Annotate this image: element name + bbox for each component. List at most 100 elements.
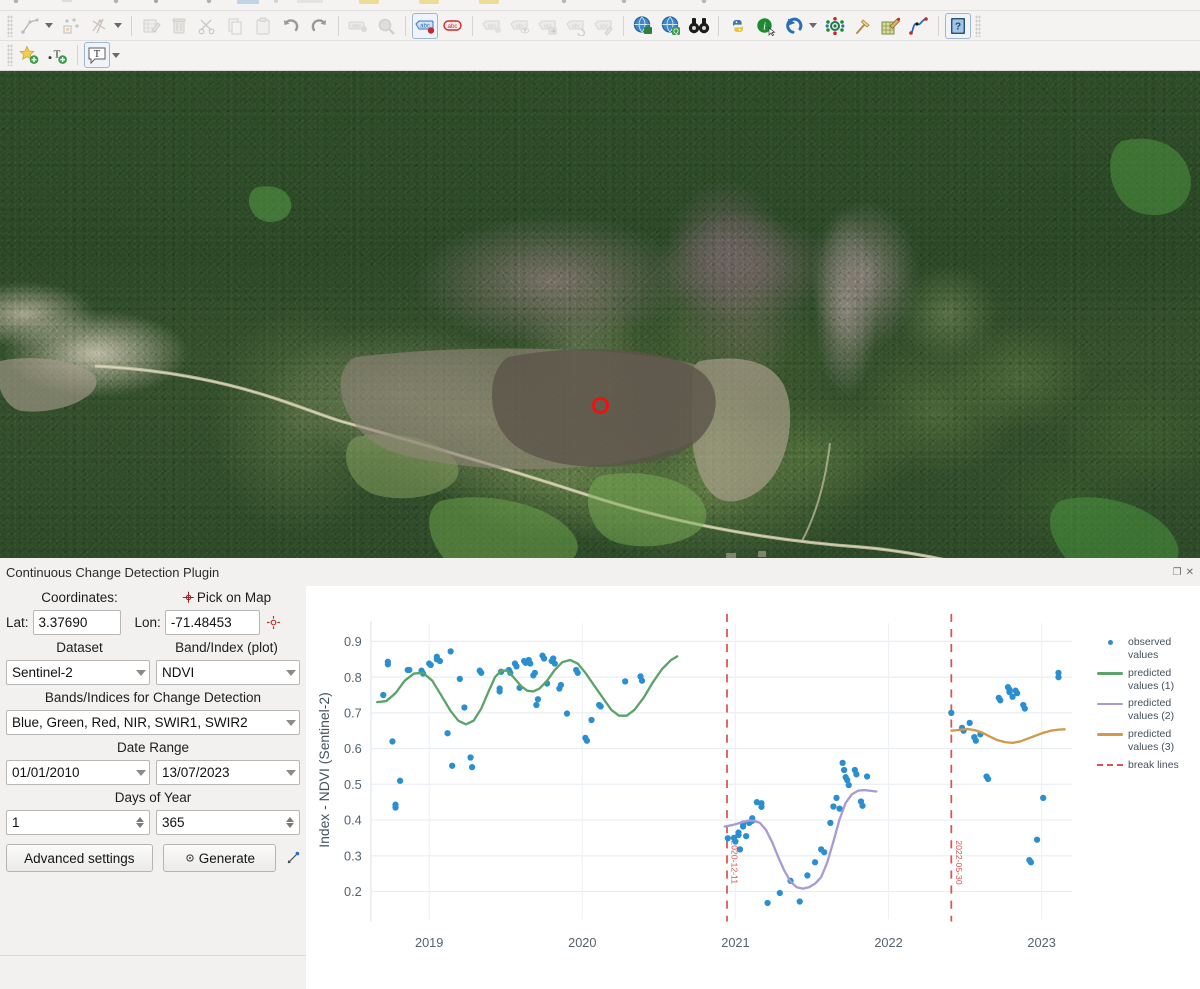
text-annotation-dropdown-icon[interactable] [112, 52, 120, 58]
y-axis-tick-label: 0.4 [344, 813, 362, 828]
python-console-icon[interactable] [725, 13, 751, 39]
doy-end-increment-icon[interactable] [286, 817, 294, 823]
dataset-band-labels: Dataset Band/Index (plot) [6, 640, 300, 655]
doy-end-stepper[interactable]: 365 [156, 810, 300, 836]
text-annotation-icon[interactable]: T [84, 42, 110, 69]
lon-input[interactable]: -71.48453 [164, 610, 260, 636]
profile-tool-icon[interactable] [906, 13, 932, 39]
legend-key-icon [1097, 636, 1123, 649]
ndvi-time-series-plot[interactable]: Lat: 3.3769 Lon: -71.48453 0.20.30.40.50… [306, 586, 1200, 989]
x-axis-tick-label: 2021 [721, 935, 749, 950]
identify-info-icon[interactable]: i [753, 13, 779, 39]
legend-label: break lines [1128, 758, 1179, 771]
show-unplaced-labels-icon[interactable]: abc [507, 13, 533, 39]
highlight-pinned-labels-icon[interactable]: abc [412, 12, 438, 39]
help-icon[interactable]: ? [945, 12, 971, 39]
lat-input[interactable]: 3.37690 [32, 610, 121, 636]
date-start-value: 01/01/2010 [12, 765, 80, 781]
close-panel-button[interactable]: ✕ [1186, 567, 1194, 578]
date-end-input[interactable]: 13/07/2023 [156, 760, 300, 786]
plot-svg: 0.2 0.3 0.4 0.5 0.6 0.7 0.8 0.9 2019 2020 2021 2022… [306, 586, 1200, 989]
panel-title-bar: Continuous Change Detection Plugin ❐ ✕ [0, 558, 1200, 586]
svg-text:i: i [763, 20, 766, 32]
svg-text:T: T [94, 49, 101, 60]
metasearch-globe-icon[interactable] [630, 13, 656, 39]
data-source-manager-icon[interactable]: Q [658, 13, 684, 39]
toolbar-separator [623, 15, 624, 36]
x-axis-tick-label: 2023 [1027, 935, 1055, 950]
refresh-dropdown-icon[interactable] [809, 23, 817, 29]
dataset-select[interactable]: Sentinel-2 [6, 660, 150, 686]
center-on-point-icon[interactable] [266, 615, 281, 630]
rotate-label-icon[interactable]: abc [563, 13, 589, 39]
legend-label: predicted values (2) [1128, 697, 1175, 723]
add-polygon-feature-icon[interactable] [58, 13, 84, 39]
dataset-label: Dataset [56, 640, 103, 656]
vertex-tool-icon[interactable] [86, 13, 112, 39]
pick-on-map-label: Pick on Map [196, 590, 272, 606]
toolbar-grip[interactable] [7, 44, 13, 67]
x-axis-tick-label: 2022 [874, 935, 902, 950]
legend-item-1: observed values [1097, 636, 1195, 662]
show-hide-labels-icon[interactable]: abc [479, 13, 505, 39]
digitizing-toolbar[interactable]: abc abc abc abc abc abc abc abc Q i ? [0, 11, 1200, 41]
add-text-annotation-icon[interactable]: T [45, 42, 71, 68]
move-label-icon[interactable]: abc [535, 13, 561, 39]
undo-icon[interactable] [278, 13, 304, 39]
annotations-toolbar[interactable]: T T [0, 41, 1200, 71]
dataset-band-selects: Sentinel-2 NDVI [6, 660, 300, 686]
date-range-label: Date Range [116, 740, 190, 756]
delete-selected-icon[interactable] [166, 13, 192, 39]
copy-features-icon[interactable] [222, 13, 248, 39]
edit-attribute-table-icon[interactable] [138, 13, 164, 39]
raster-calculator-icon[interactable] [878, 13, 904, 39]
chevron-down-icon [286, 769, 296, 776]
paste-features-icon[interactable] [250, 13, 276, 39]
doy-start-stepper[interactable]: 1 [6, 810, 150, 836]
add-line-dropdown-icon[interactable] [45, 23, 53, 29]
svg-text:abc: abc [572, 23, 581, 29]
redo-icon[interactable] [306, 13, 332, 39]
legend-key-icon [1097, 697, 1123, 710]
svg-text:?: ? [955, 21, 961, 32]
doy-start-decrement-icon[interactable] [136, 823, 144, 829]
binoculars-icon[interactable] [686, 13, 712, 39]
expand-plot-icon[interactable] [286, 851, 300, 865]
days-of-year-row: 1 365 [6, 810, 300, 836]
map-canvas[interactable] [0, 70, 1200, 559]
doy-end-value: 365 [162, 815, 185, 831]
georeferencer-hammer-icon[interactable] [850, 13, 876, 39]
pin-labels-icon[interactable]: abc [440, 13, 466, 39]
add-star-feature-icon[interactable] [17, 42, 43, 68]
advanced-settings-button[interactable]: Advanced settings [6, 844, 153, 873]
panel-title-text: Continuous Change Detection Plugin [6, 564, 220, 580]
svg-text:abc: abc [448, 22, 458, 29]
generate-button[interactable]: Generate [162, 844, 276, 873]
continuous-change-detection-panel: Continuous Change Detection Plugin ❐ ✕ C… [0, 558, 1200, 989]
bands-change-detection-select[interactable]: Blue, Green, Red, NIR, SWIR1, SWIR2 [6, 710, 300, 736]
band-index-plot-label: Band/Index (plot) [175, 640, 278, 656]
doy-start-increment-icon[interactable] [136, 817, 144, 823]
undock-panel-button[interactable]: ❐ [1173, 567, 1182, 578]
break-line-label-2: 2022-05-30 [954, 840, 964, 885]
toolbar-grip[interactable] [7, 14, 13, 37]
band-index-plot-value: NDVI [162, 665, 195, 681]
action-row: Advanced settings Generate [6, 844, 300, 873]
advanced-settings-label: Advanced settings [24, 850, 135, 866]
processing-toolbox-icon[interactable] [822, 13, 848, 39]
label-zoom-icon[interactable] [373, 13, 399, 39]
selected-point-marker [592, 396, 609, 414]
doy-end-decrement-icon[interactable] [286, 823, 294, 829]
vertex-tool-dropdown-icon[interactable] [114, 23, 122, 29]
change-label-icon[interactable]: abc [591, 13, 617, 39]
toolbar-grip-end[interactable] [975, 14, 981, 37]
band-index-plot-select[interactable]: NDVI [156, 660, 300, 686]
lat-value: 3.37690 [38, 615, 88, 631]
refresh-icon[interactable] [781, 13, 807, 39]
label-pin-icon[interactable]: abc [345, 13, 371, 39]
crosshair-icon [182, 592, 194, 604]
cut-features-icon[interactable] [194, 13, 220, 39]
date-start-input[interactable]: 01/01/2010 [6, 760, 150, 786]
pick-on-map-button[interactable]: Pick on Map [153, 590, 300, 605]
add-line-feature-icon[interactable] [17, 13, 43, 39]
